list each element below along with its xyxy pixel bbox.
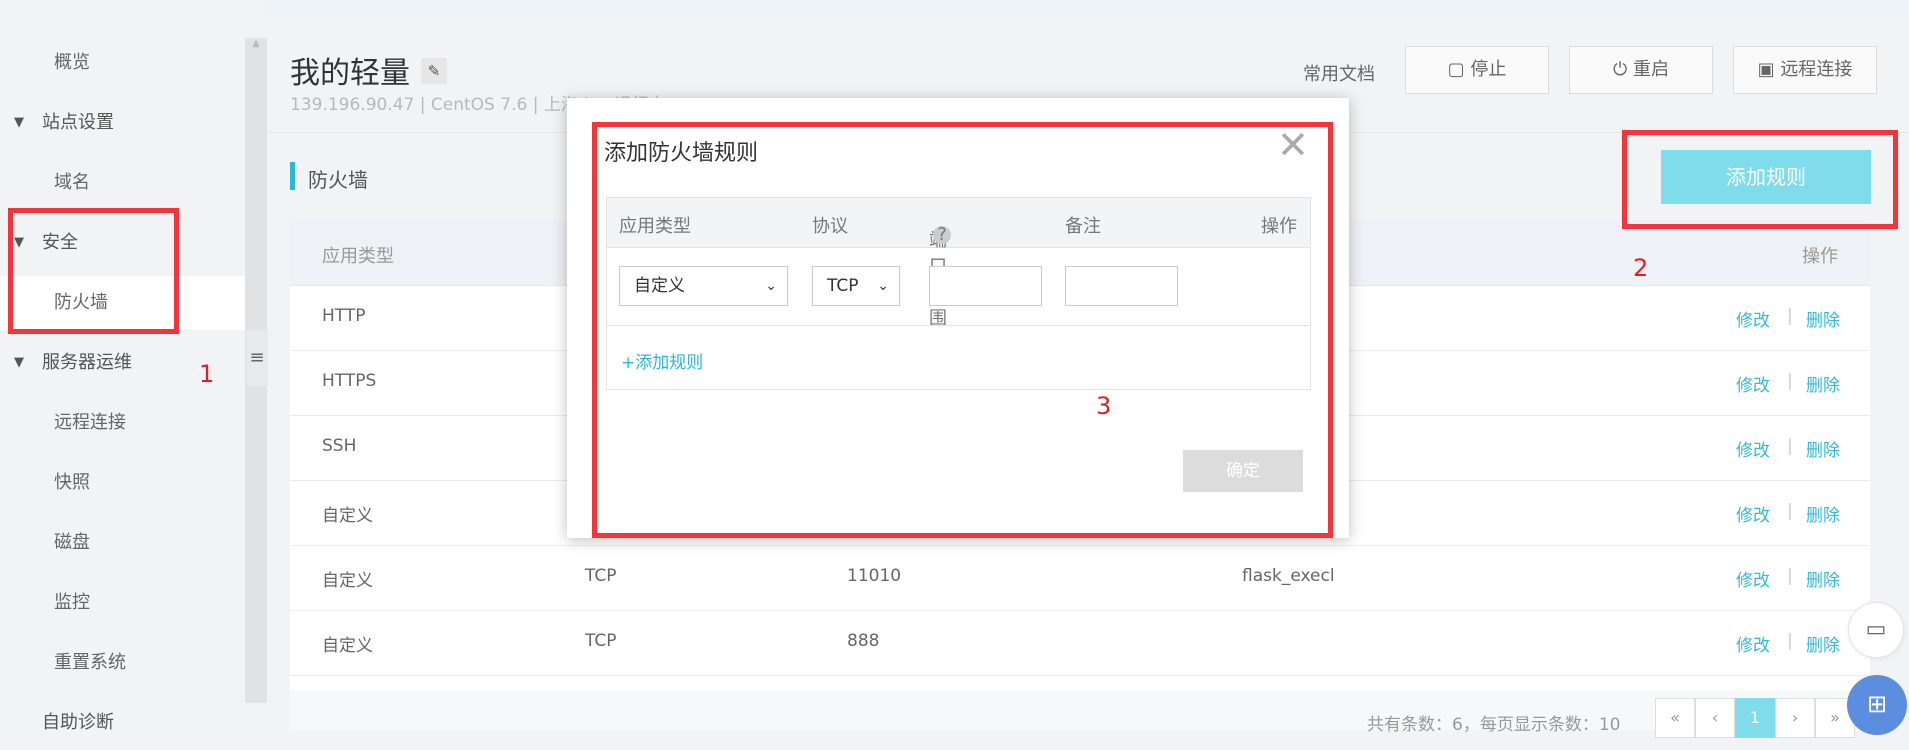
edit-link[interactable]: 修改 bbox=[1736, 371, 1770, 396]
column-header-actions: 操作 bbox=[1802, 246, 1838, 267]
cell-app-type: SSH bbox=[322, 436, 357, 456]
delete-link[interactable]: 删除 bbox=[1806, 306, 1840, 331]
pagination-info: 共有条数：6，每页显示条数：10 bbox=[1367, 715, 1621, 735]
sidebar-group-site-settings[interactable]: ▼ 站点设置 bbox=[0, 96, 245, 150]
stop-icon: ▢ bbox=[1447, 59, 1465, 80]
separator: | bbox=[1787, 306, 1793, 326]
stop-button-label: 停止 bbox=[1470, 59, 1507, 80]
delete-link[interactable]: 删除 bbox=[1806, 501, 1840, 526]
annotation-box-3 bbox=[592, 122, 1333, 538]
annotation-number-3: 3 bbox=[1096, 392, 1112, 420]
separator: | bbox=[1787, 371, 1793, 391]
separator: | bbox=[1787, 436, 1793, 456]
separator: | bbox=[1787, 566, 1793, 586]
edit-link[interactable]: 修改 bbox=[1736, 566, 1770, 591]
pagination-first-button[interactable]: « bbox=[1655, 698, 1695, 738]
sidebar-item-overview[interactable]: 概览 bbox=[0, 36, 245, 90]
collapse-sidebar-icon[interactable]: ≡ bbox=[246, 330, 268, 386]
delete-link[interactable]: 删除 bbox=[1806, 566, 1840, 591]
sidebar: 概览 ▼ 站点设置 域名 ▼ 安全 防火墙 ▼ 服务器运维 远程连接 快照 磁盘 监控… bbox=[0, 0, 268, 733]
terminal-icon: ▣ bbox=[1757, 59, 1775, 80]
apps-icon[interactable]: ⊞ bbox=[1847, 675, 1907, 735]
separator: | bbox=[1787, 501, 1793, 521]
edit-link[interactable]: 修改 bbox=[1736, 306, 1770, 331]
cell-protocol: TCP bbox=[585, 631, 617, 651]
cell-app-type: 自定义 bbox=[322, 636, 373, 656]
scroll-up-icon[interactable]: ▲ bbox=[249, 38, 263, 52]
sidebar-item-remote-connect[interactable]: 远程连接 bbox=[0, 396, 245, 450]
edit-link[interactable]: 修改 bbox=[1736, 436, 1770, 461]
sidebar-item-label: 站点设置 bbox=[42, 112, 114, 133]
cell-app-type: HTTPS bbox=[322, 371, 377, 391]
stop-button[interactable]: ▢ 停止 bbox=[1405, 46, 1549, 94]
sidebar-item-label: 概览 bbox=[54, 52, 90, 73]
cell-port: 11010 bbox=[847, 566, 902, 586]
cell-app-type: 自定义 bbox=[322, 571, 373, 591]
top-bar bbox=[268, 0, 1909, 16]
sidebar-item-disk[interactable]: 磁盘 bbox=[0, 516, 245, 570]
edit-link[interactable]: 修改 bbox=[1736, 501, 1770, 526]
pagination-next-button[interactable]: › bbox=[1775, 698, 1815, 738]
annotation-number-2: 2 bbox=[1633, 254, 1649, 282]
delete-link[interactable]: 删除 bbox=[1806, 631, 1840, 656]
annotation-box-1 bbox=[8, 208, 179, 334]
sidebar-item-monitor[interactable]: 监控 bbox=[0, 576, 245, 630]
sidebar-item-reset-system[interactable]: 重置系统 bbox=[0, 636, 245, 690]
sidebar-item-label: 远程连接 bbox=[54, 412, 126, 433]
sidebar-item-label: 重置系统 bbox=[54, 652, 126, 673]
separator: | bbox=[1787, 631, 1793, 651]
pagination-page-button[interactable]: 1 bbox=[1735, 698, 1775, 738]
remote-connect-label: 远程连接 bbox=[1780, 59, 1853, 80]
caret-down-icon: ▼ bbox=[14, 355, 24, 370]
power-icon: ⏻ bbox=[1613, 59, 1628, 80]
section-accent-bar bbox=[290, 162, 295, 190]
cell-app-type: HTTP bbox=[322, 306, 366, 326]
section-title: 防火墙 bbox=[308, 168, 368, 192]
sidebar-item-label: 域名 bbox=[54, 172, 90, 193]
cell-note: flask_execl bbox=[1242, 566, 1335, 586]
caret-down-icon: ▼ bbox=[14, 115, 24, 130]
table-row: 自定义 TCP 11010 flask_execl 修改 | 删除 bbox=[290, 546, 1870, 611]
sidebar-item-label: 监控 bbox=[54, 592, 90, 613]
chat-icon[interactable]: ▭ bbox=[1848, 602, 1904, 658]
delete-link[interactable]: 删除 bbox=[1806, 371, 1840, 396]
sidebar-item-label: 磁盘 bbox=[54, 532, 90, 553]
delete-link[interactable]: 删除 bbox=[1806, 436, 1840, 461]
page-title: 我的轻量 bbox=[290, 56, 410, 91]
remote-connect-button[interactable]: ▣ 远程连接 bbox=[1733, 46, 1877, 94]
table-footer bbox=[290, 690, 1870, 730]
table-row: 自定义 TCP 888 修改 | 删除 bbox=[290, 611, 1870, 676]
cell-port: 888 bbox=[847, 631, 880, 651]
annotation-box-2 bbox=[1622, 130, 1898, 229]
sidebar-group-self-diagnosis[interactable]: 自助诊断 bbox=[0, 696, 245, 750]
edit-link[interactable]: 修改 bbox=[1736, 631, 1770, 656]
restart-button-label: 重启 bbox=[1632, 59, 1669, 80]
docs-link[interactable]: 常用文档 bbox=[1303, 60, 1375, 86]
cell-protocol: TCP bbox=[585, 566, 617, 586]
pencil-icon[interactable]: ✎ bbox=[421, 58, 447, 84]
pagination-prev-button[interactable]: ‹ bbox=[1695, 698, 1735, 738]
sidebar-item-domain[interactable]: 域名 bbox=[0, 156, 245, 210]
sidebar-item-label: 快照 bbox=[54, 472, 90, 493]
column-header-app-type: 应用类型 bbox=[322, 246, 394, 267]
sidebar-item-snapshot[interactable]: 快照 bbox=[0, 456, 245, 510]
sidebar-item-label: 服务器运维 bbox=[42, 352, 132, 373]
cell-app-type: 自定义 bbox=[322, 506, 373, 526]
restart-button[interactable]: ⏻ 重启 bbox=[1569, 46, 1713, 94]
annotation-number-1: 1 bbox=[199, 360, 215, 388]
